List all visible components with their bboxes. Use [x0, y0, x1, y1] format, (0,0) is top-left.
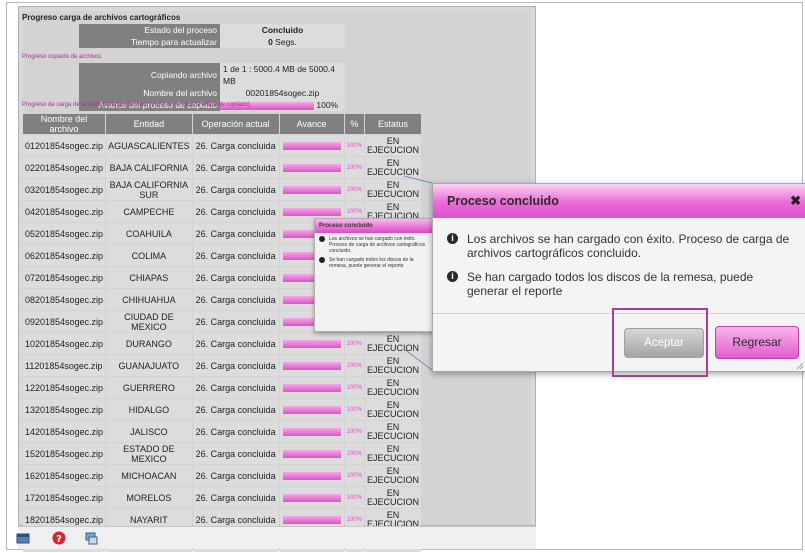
close-icon[interactable]: ✖ [790, 184, 801, 218]
dialog-message-1: i Los archivos se han cargado con éxito.… [433, 232, 805, 260]
dialog-message-2: i Se han cargado todos los discos de la … [433, 270, 805, 298]
zoom-line-bottom [403, 348, 433, 371]
info-icon: i [447, 271, 458, 282]
dialog-title-bar: Proceso concluido ✖ [433, 184, 805, 218]
regresar-button[interactable]: Regresar [715, 326, 799, 359]
zoom-line-top [403, 175, 433, 184]
dialog-title: Proceso concluido [447, 194, 559, 208]
dialog-message-2-text: Se han cargado todos los discos de la re… [467, 270, 754, 298]
resize-grip-icon[interactable] [796, 362, 804, 370]
info-icon: i [447, 233, 458, 244]
dialog-message-1-text: Los archivos se han cargado con éxito. P… [467, 232, 790, 260]
aceptar-highlight-box [612, 308, 708, 377]
